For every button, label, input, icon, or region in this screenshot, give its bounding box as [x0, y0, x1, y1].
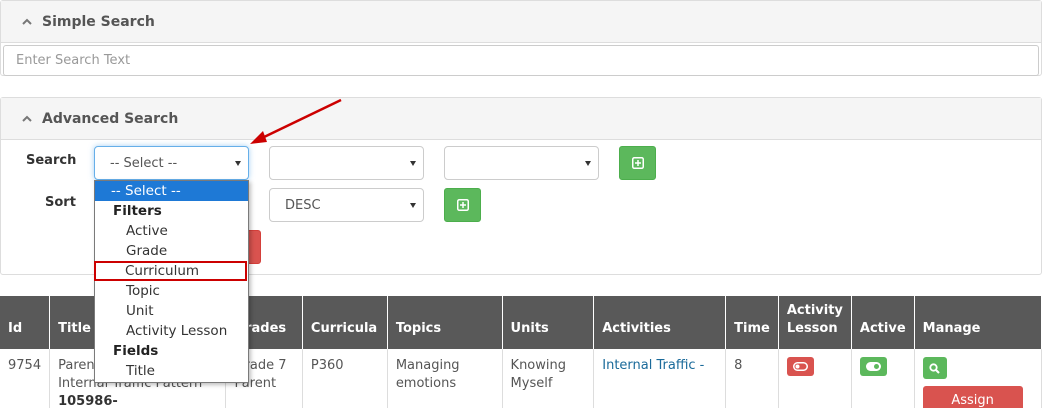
toggle-off-icon	[792, 362, 808, 371]
sort-label: Sort	[45, 195, 76, 210]
dropdown-group-label: Fields	[113, 343, 159, 359]
search-label: Search	[26, 153, 77, 168]
cell-manage: Assign	[914, 349, 1043, 408]
caret-down-icon	[235, 161, 241, 166]
dropdown-option[interactable]: Activity Lesson	[95, 321, 248, 341]
column-header-topics[interactable]: Topics	[387, 296, 503, 349]
sort-direction-select[interactable]: DESC	[269, 188, 424, 222]
plus-square-icon	[631, 157, 644, 169]
column-header-manage[interactable]: Manage	[914, 296, 1043, 349]
advanced-search-title: Advanced Search	[42, 110, 179, 127]
search-field-value: -- Select --	[110, 155, 178, 171]
caret-down-icon	[585, 161, 591, 166]
cell-active	[851, 349, 915, 408]
search-field-dropdown-list[interactable]: -- Select -- Filters Active Grade Curriculum…	[94, 180, 249, 383]
search-value-select[interactable]	[444, 146, 599, 180]
cell-curricula: P360	[302, 349, 388, 408]
add-search-criteria-button[interactable]	[619, 146, 656, 180]
column-header-activities[interactable]: Activities	[593, 296, 727, 349]
dropdown-option[interactable]: Topic	[95, 281, 248, 301]
view-button[interactable]	[922, 357, 947, 379]
search-field-select[interactable]: -- Select --	[94, 146, 249, 180]
plus-square-icon	[456, 199, 469, 211]
column-header-units[interactable]: Units	[502, 296, 595, 349]
dropdown-group-label: Filters	[113, 203, 162, 219]
cell-activity-lesson	[778, 349, 852, 408]
cell-units: Knowing Myself	[502, 349, 595, 408]
dropdown-option[interactable]: Grade	[95, 241, 248, 261]
dropdown-option[interactable]: Active	[95, 221, 248, 241]
column-header-curricula[interactable]: Curricula	[302, 296, 388, 349]
simple-search-title: Simple Search	[42, 13, 155, 30]
column-header-active[interactable]: Active	[851, 296, 915, 349]
cell-activities-link[interactable]: Internal Traffic -	[593, 349, 727, 408]
assign-button[interactable]: Assign	[922, 386, 1023, 408]
advanced-search-header[interactable]: Advanced Search	[1, 98, 1041, 140]
active-toggle[interactable]	[859, 357, 887, 376]
simple-search-header[interactable]: Simple Search	[1, 1, 1041, 43]
cell-topics: Managing emotions	[387, 349, 503, 408]
add-sort-criteria-button[interactable]	[444, 188, 481, 222]
dropdown-option[interactable]: Title	[95, 361, 248, 381]
caret-down-icon	[410, 161, 416, 166]
activity-lesson-toggle[interactable]	[786, 357, 814, 376]
dropdown-option[interactable]: Unit	[95, 301, 248, 321]
cell-time: 8	[725, 349, 779, 408]
column-header-activity-lesson[interactable]: Activity Lesson	[778, 296, 852, 349]
chevron-up-icon	[22, 115, 32, 122]
dropdown-option[interactable]: Curriculum	[94, 261, 247, 281]
simple-search-panel: Simple Search	[0, 0, 1042, 76]
caret-down-icon	[410, 203, 416, 208]
title-code: 105986-	[58, 394, 118, 408]
dropdown-option[interactable]: -- Select --	[95, 181, 248, 201]
search-operator-select[interactable]	[269, 146, 424, 180]
sort-direction-value: DESC	[285, 197, 321, 213]
column-header-id[interactable]: Id	[0, 296, 51, 349]
column-header-time[interactable]: Time	[725, 296, 779, 349]
toggle-on-icon	[865, 362, 881, 371]
search-input[interactable]	[3, 45, 1039, 76]
search-icon	[929, 362, 940, 374]
cell-id: 9754	[0, 349, 51, 408]
chevron-up-icon	[22, 18, 32, 25]
